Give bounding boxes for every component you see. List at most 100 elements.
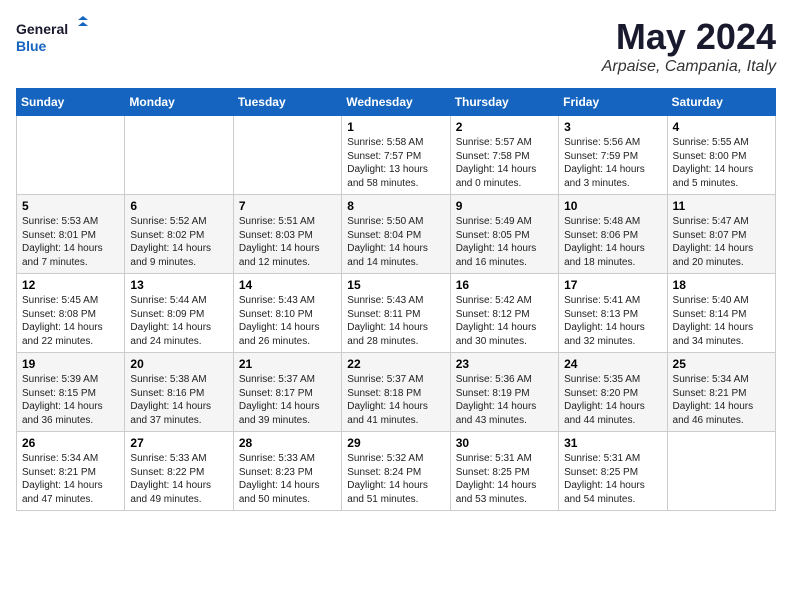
table-row: 29Sunrise: 5:32 AMSunset: 8:24 PMDayligh… bbox=[342, 432, 450, 511]
table-row: 11Sunrise: 5:47 AMSunset: 8:07 PMDayligh… bbox=[667, 195, 775, 274]
day-info: Sunrise: 5:34 AMSunset: 8:21 PMDaylight:… bbox=[22, 452, 119, 506]
day-info: Sunrise: 5:43 AMSunset: 8:11 PMDaylight:… bbox=[347, 294, 444, 348]
svg-text:Blue: Blue bbox=[16, 38, 47, 54]
day-info: Sunrise: 5:58 AMSunset: 7:57 PMDaylight:… bbox=[347, 136, 444, 190]
table-row: 21 Sunrise: 5:37 AMSunset: 8:17 PMDayligh… bbox=[233, 353, 341, 432]
day-info: Sunrise: 5:33 AMSunset: 8:22 PMDaylight:… bbox=[130, 452, 227, 506]
day-info: Sunrise: 5:42 AMSunset: 8:12 PMDaylight:… bbox=[456, 294, 553, 348]
table-row: 2 Sunrise: 5:57 AMSunset: 7:58 PMDaylight… bbox=[450, 116, 558, 195]
day-number: 29 bbox=[347, 436, 444, 450]
day-info: Sunrise: 5:38 AMSunset: 8:16 PMDaylight:… bbox=[130, 373, 227, 427]
table-row: 19 Sunrise: 5:39 AMSunset: 8:15 PMDayligh… bbox=[17, 353, 125, 432]
calendar-week-1: 5Sunrise: 5:53 AMSunset: 8:01 PMDaylight… bbox=[17, 195, 776, 274]
calendar-header-row: Sunday Monday Tuesday Wednesday Thursday… bbox=[17, 89, 776, 116]
day-info: Sunrise: 5:39 AMSunset: 8:15 PMDaylight:… bbox=[22, 373, 119, 427]
table-row: 16 Sunrise: 5:42 AMSunset: 8:12 PMDayligh… bbox=[450, 274, 558, 353]
day-info: Sunrise: 5:31 AMSunset: 8:25 PMDaylight:… bbox=[564, 452, 661, 506]
day-number: 12 bbox=[22, 278, 119, 292]
table-row: 26 Sunrise: 5:34 AMSunset: 8:21 PMDayligh… bbox=[17, 432, 125, 511]
calendar-table: Sunday Monday Tuesday Wednesday Thursday… bbox=[16, 88, 776, 511]
header-thursday: Thursday bbox=[450, 89, 558, 116]
day-info: Sunrise: 5:33 AMSunset: 8:23 PMDaylight:… bbox=[239, 452, 336, 506]
table-row bbox=[125, 116, 233, 195]
table-row: 18 Sunrise: 5:40 AMSunset: 8:14 PMDayligh… bbox=[667, 274, 775, 353]
day-number: 2 bbox=[456, 120, 553, 134]
header-tuesday: Tuesday bbox=[233, 89, 341, 116]
calendar-week-4: 26 Sunrise: 5:34 AMSunset: 8:21 PMDayligh… bbox=[17, 432, 776, 511]
day-info: Sunrise: 5:50 AMSunset: 8:04 PMDaylight:… bbox=[347, 215, 444, 269]
table-row: 30 Sunrise: 5:31 AMSunset: 8:25 PMDayligh… bbox=[450, 432, 558, 511]
day-number: 13 bbox=[130, 278, 227, 292]
day-number: 26 bbox=[22, 436, 119, 450]
title-area: May 2024 Arpaise, Campania, Italy bbox=[602, 16, 776, 76]
day-number: 19 bbox=[22, 357, 119, 371]
table-row bbox=[667, 432, 775, 511]
day-number: 16 bbox=[456, 278, 553, 292]
header-saturday: Saturday bbox=[667, 89, 775, 116]
table-row: 14 Sunrise: 5:43 AMSunset: 8:10 PMDayligh… bbox=[233, 274, 341, 353]
table-row: 5Sunrise: 5:53 AMSunset: 8:01 PMDaylight… bbox=[17, 195, 125, 274]
header-friday: Friday bbox=[559, 89, 667, 116]
location: Arpaise, Campania, Italy bbox=[602, 58, 776, 76]
day-number: 18 bbox=[673, 278, 770, 292]
day-number: 24 bbox=[564, 357, 661, 371]
header-wednesday: Wednesday bbox=[342, 89, 450, 116]
calendar-week-0: 1Sunrise: 5:58 AMSunset: 7:57 PMDaylight… bbox=[17, 116, 776, 195]
day-info: Sunrise: 5:48 AMSunset: 8:06 PMDaylight:… bbox=[564, 215, 661, 269]
table-row: 4 Sunrise: 5:55 AMSunset: 8:00 PMDaylight… bbox=[667, 116, 775, 195]
table-row: 23Sunrise: 5:36 AMSunset: 8:19 PMDayligh… bbox=[450, 353, 558, 432]
day-number: 9 bbox=[456, 199, 553, 213]
table-row bbox=[17, 116, 125, 195]
day-number: 8 bbox=[347, 199, 444, 213]
day-number: 4 bbox=[673, 120, 770, 134]
day-number: 14 bbox=[239, 278, 336, 292]
day-info: Sunrise: 5:31 AMSunset: 8:25 PMDaylight:… bbox=[456, 452, 553, 506]
day-number: 25 bbox=[673, 357, 770, 371]
day-info: Sunrise: 5:40 AMSunset: 8:14 PMDaylight:… bbox=[673, 294, 770, 348]
table-row: 28 Sunrise: 5:33 AMSunset: 8:23 PMDayligh… bbox=[233, 432, 341, 511]
table-row: 17 Sunrise: 5:41 AMSunset: 8:13 PMDayligh… bbox=[559, 274, 667, 353]
day-info: Sunrise: 5:55 AMSunset: 8:00 PMDaylight:… bbox=[673, 136, 770, 190]
table-row: 13 Sunrise: 5:44 AMSunset: 8:09 PMDayligh… bbox=[125, 274, 233, 353]
day-number: 27 bbox=[130, 436, 227, 450]
day-number: 15 bbox=[347, 278, 444, 292]
month-title: May 2024 bbox=[602, 16, 776, 58]
day-info: Sunrise: 5:52 AMSunset: 8:02 PMDaylight:… bbox=[130, 215, 227, 269]
day-number: 21 bbox=[239, 357, 336, 371]
day-number: 11 bbox=[673, 199, 770, 213]
table-row: 7 Sunrise: 5:51 AMSunset: 8:03 PMDaylight… bbox=[233, 195, 341, 274]
day-number: 30 bbox=[456, 436, 553, 450]
day-number: 6 bbox=[130, 199, 227, 213]
day-info: Sunrise: 5:44 AMSunset: 8:09 PMDaylight:… bbox=[130, 294, 227, 348]
day-number: 17 bbox=[564, 278, 661, 292]
day-info: Sunrise: 5:43 AMSunset: 8:10 PMDaylight:… bbox=[239, 294, 336, 348]
day-info: Sunrise: 5:41 AMSunset: 8:13 PMDaylight:… bbox=[564, 294, 661, 348]
logo: General Blue bbox=[16, 16, 96, 56]
table-row: 15 Sunrise: 5:43 AMSunset: 8:11 PMDayligh… bbox=[342, 274, 450, 353]
header-monday: Monday bbox=[125, 89, 233, 116]
day-info: Sunrise: 5:45 AMSunset: 8:08 PMDaylight:… bbox=[22, 294, 119, 348]
day-info: Sunrise: 5:57 AMSunset: 7:58 PMDaylight:… bbox=[456, 136, 553, 190]
day-info: Sunrise: 5:37 AMSunset: 8:18 PMDaylight:… bbox=[347, 373, 444, 427]
day-number: 5 bbox=[22, 199, 119, 213]
day-info: Sunrise: 5:37 AMSunset: 8:17 PMDaylight:… bbox=[239, 373, 336, 427]
table-row: 22 Sunrise: 5:37 AMSunset: 8:18 PMDayligh… bbox=[342, 353, 450, 432]
day-info: Sunrise: 5:51 AMSunset: 8:03 PMDaylight:… bbox=[239, 215, 336, 269]
table-row: 9 Sunrise: 5:49 AMSunset: 8:05 PMDaylight… bbox=[450, 195, 558, 274]
calendar-week-3: 19 Sunrise: 5:39 AMSunset: 8:15 PMDayligh… bbox=[17, 353, 776, 432]
day-number: 22 bbox=[347, 357, 444, 371]
table-row: 3Sunrise: 5:56 AMSunset: 7:59 PMDaylight… bbox=[559, 116, 667, 195]
logo-svg: General Blue bbox=[16, 16, 96, 56]
table-row: 12 Sunrise: 5:45 AMSunset: 8:08 PMDayligh… bbox=[17, 274, 125, 353]
table-row: 6 Sunrise: 5:52 AMSunset: 8:02 PMDaylight… bbox=[125, 195, 233, 274]
header-sunday: Sunday bbox=[17, 89, 125, 116]
table-row: 1Sunrise: 5:58 AMSunset: 7:57 PMDaylight… bbox=[342, 116, 450, 195]
day-number: 20 bbox=[130, 357, 227, 371]
day-number: 28 bbox=[239, 436, 336, 450]
day-info: Sunrise: 5:49 AMSunset: 8:05 PMDaylight:… bbox=[456, 215, 553, 269]
day-number: 7 bbox=[239, 199, 336, 213]
day-info: Sunrise: 5:36 AMSunset: 8:19 PMDaylight:… bbox=[456, 373, 553, 427]
page-header: General Blue May 2024 Arpaise, Campania,… bbox=[16, 16, 776, 76]
svg-text:General: General bbox=[16, 21, 68, 37]
table-row: 27 Sunrise: 5:33 AMSunset: 8:22 PMDayligh… bbox=[125, 432, 233, 511]
